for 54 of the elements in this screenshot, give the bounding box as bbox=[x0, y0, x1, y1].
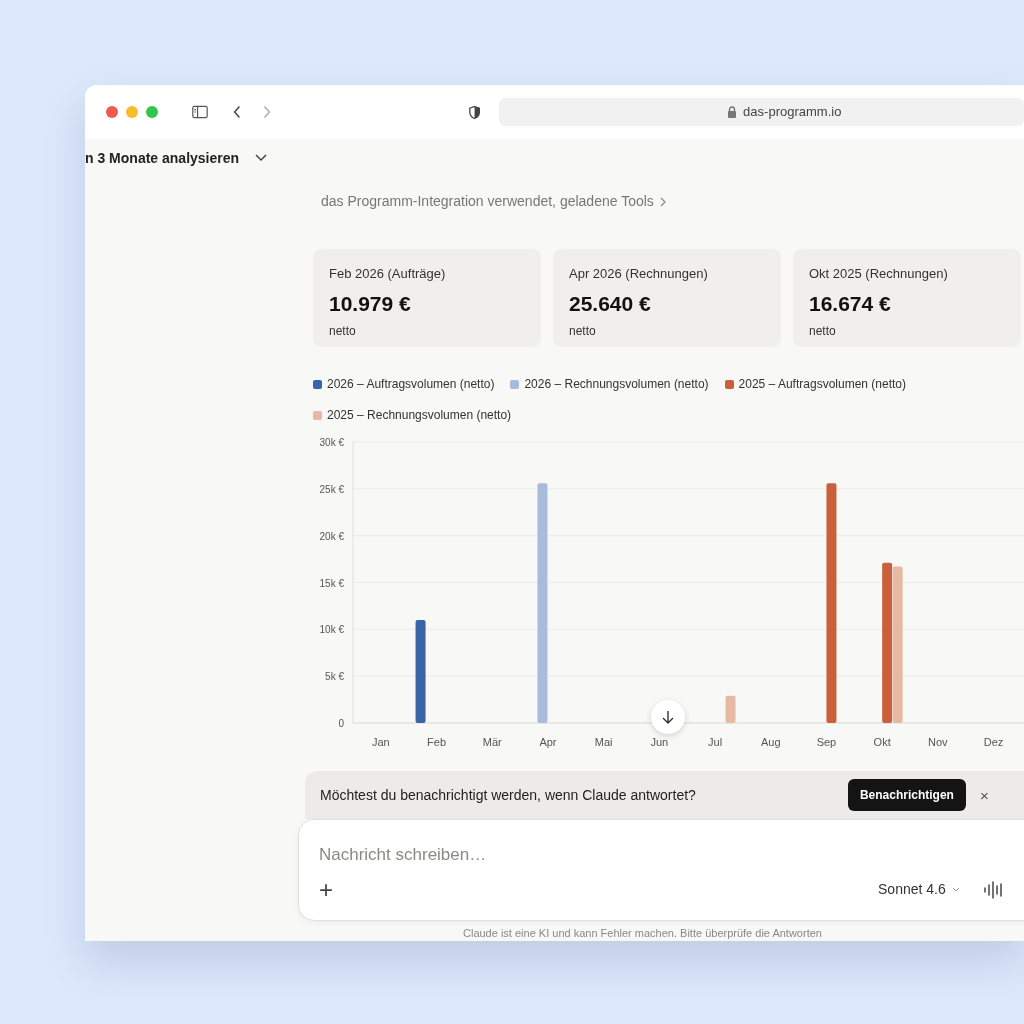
chevron-down-icon bbox=[951, 886, 960, 893]
x-axis-label: Apr bbox=[539, 736, 557, 748]
x-axis-label: Aug bbox=[760, 736, 781, 748]
y-axis-label: 25k € bbox=[319, 483, 344, 495]
card-note: netto bbox=[569, 323, 597, 340]
y-axis-label: 30k € bbox=[319, 437, 344, 448]
y-axis-label: 10k € bbox=[319, 624, 344, 636]
voice-icon[interactable] bbox=[982, 880, 1005, 899]
shield-icon[interactable] bbox=[468, 103, 481, 121]
message-input[interactable]: Nachricht schreiben… bbox=[319, 842, 919, 868]
legend-label: 2025 – Auftragsvolumen (netto) bbox=[738, 376, 906, 393]
y-axis-label: 0 bbox=[338, 718, 344, 729]
legend-label: 2026 – Rechnungsvolumen (netto) bbox=[524, 376, 709, 393]
card-note: netto bbox=[809, 323, 837, 340]
bar bbox=[725, 695, 736, 723]
x-axis-label: Nov bbox=[928, 736, 948, 748]
x-axis-label: Jan bbox=[372, 736, 390, 748]
x-axis-label: Dez bbox=[983, 736, 1004, 748]
lock-icon bbox=[727, 106, 738, 118]
model-selector[interactable]: Sonnet 4.6 bbox=[878, 879, 960, 900]
chevron-right-icon bbox=[659, 196, 666, 207]
card-value: 10.979 € bbox=[329, 290, 412, 317]
chevron-down-icon[interactable] bbox=[255, 154, 268, 162]
x-axis-label: Okt bbox=[873, 736, 891, 748]
arrow-down-icon bbox=[662, 710, 674, 724]
x-axis-label: Feb bbox=[427, 736, 447, 748]
close-window-icon[interactable] bbox=[106, 106, 118, 118]
x-axis-label: Mär bbox=[482, 736, 502, 748]
sidebar-icon[interactable] bbox=[192, 104, 208, 120]
card-note: netto bbox=[329, 323, 357, 340]
card-label: Apr 2026 (Rechnungen) bbox=[569, 265, 709, 283]
y-axis-label: 20k € bbox=[319, 530, 344, 542]
x-axis-label: Mai bbox=[594, 736, 613, 748]
close-button[interactable]: × bbox=[979, 787, 989, 803]
x-axis-label: Jul bbox=[708, 736, 723, 748]
y-axis-label: 15k € bbox=[319, 577, 344, 589]
notification-text: Möchtest du benachrichtigt werden, wenn Claude antwortet? bbox=[320, 785, 696, 805]
card-label: Feb 2026 (Aufträge) bbox=[329, 265, 447, 283]
back-icon[interactable] bbox=[232, 104, 241, 120]
tools-link[interactable]: das Programm-Integration verwendet, geladene Tools bbox=[321, 191, 1024, 212]
card-label: Okt 2025 (Rechnungen) bbox=[809, 265, 949, 283]
y-axis-label: 5k € bbox=[325, 671, 344, 683]
legend-label: 2025 – Rechnungsvolumen (netto) bbox=[327, 407, 512, 424]
x-axis-label: Sep bbox=[816, 736, 837, 748]
chat-title: n 3 Monate analysieren bbox=[85, 148, 240, 168]
address-bar[interactable]: das-programm.io bbox=[499, 98, 1024, 126]
url-text: das-programm.io bbox=[743, 103, 842, 122]
x-axis-label: Jun bbox=[650, 736, 669, 748]
card-value: 25.640 € bbox=[569, 290, 652, 317]
add-button[interactable]: + bbox=[319, 877, 333, 902]
disclaimer-text: Claude ist eine KI und kann Fehler machen. Bitte überprüfe die Antworten bbox=[463, 926, 823, 941]
legend-label: 2026 – Auftragsvolumen (netto) bbox=[327, 376, 495, 393]
notify-button[interactable]: Benachrichtigen bbox=[847, 779, 966, 811]
card-value: 16.674 € bbox=[809, 290, 892, 317]
